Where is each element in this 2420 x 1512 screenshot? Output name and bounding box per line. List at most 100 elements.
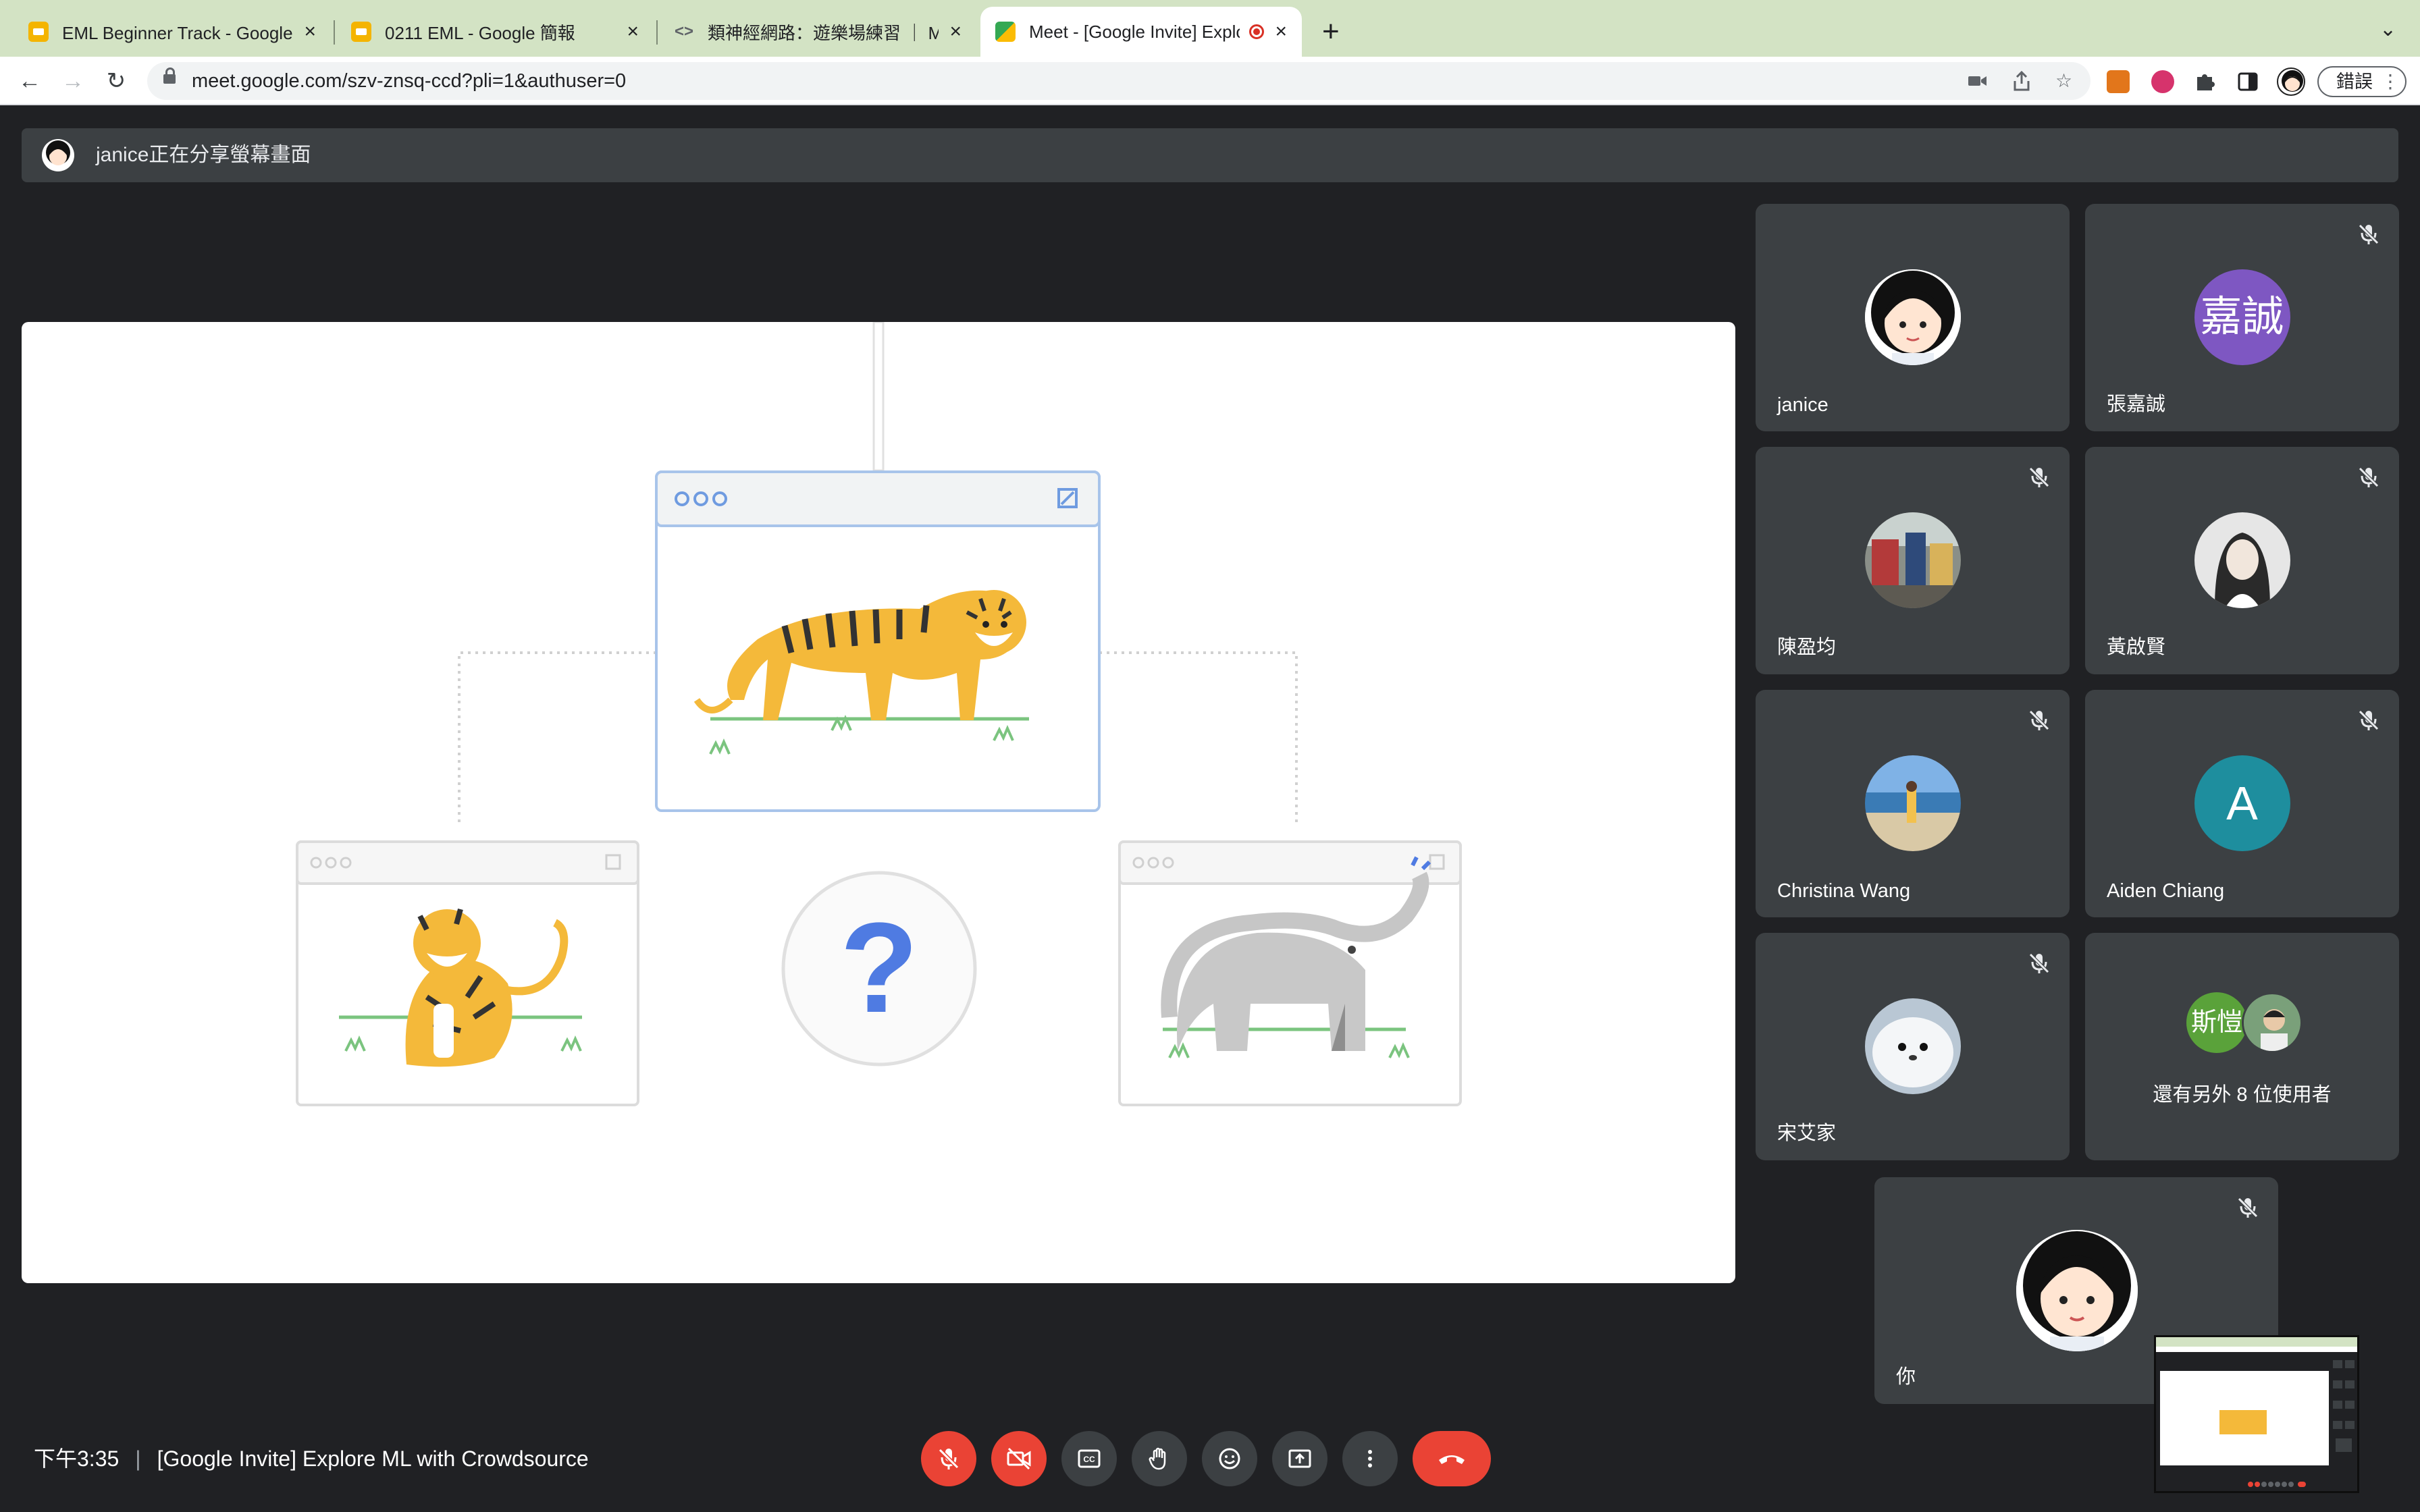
others-count-text: 還有另外 8 位使用者 bbox=[2153, 1084, 2332, 1106]
tab-search-chevron-icon[interactable]: ⌄ bbox=[2379, 18, 2396, 41]
present-screen-button[interactable] bbox=[1272, 1431, 1327, 1486]
address-bar[interactable]: meet.google.com/szv-znsq-ccd?pli=1&authu… bbox=[147, 62, 2090, 100]
bookmark-star-icon[interactable]: ☆ bbox=[2055, 62, 2072, 100]
url-text: meet.google.com/szv-znsq-ccd?pli=1&authu… bbox=[192, 70, 627, 92]
participant-avatar bbox=[1864, 998, 1961, 1094]
participant-name: 宋艾家 bbox=[1777, 1123, 1837, 1144]
camera-blocked-icon[interactable] bbox=[1968, 73, 1988, 89]
participant-tile[interactable]: janice bbox=[1756, 204, 2070, 431]
elephant-window bbox=[1118, 840, 1462, 1106]
close-tab-icon[interactable]: × bbox=[949, 20, 962, 43]
presenter-banner: janice正在分享螢幕畫面 bbox=[22, 128, 2398, 182]
participant-tile[interactable]: 陳盈均 bbox=[1756, 447, 2070, 674]
google-slides-icon bbox=[351, 22, 371, 42]
browser-tab-strip: EML Beginner Track - Google 簡報 × 0211 EM… bbox=[0, 0, 2420, 57]
participant-name: 黃啟賢 bbox=[2107, 637, 2166, 658]
others-avatar: 斯愷 bbox=[2186, 992, 2247, 1053]
meeting-info: 下午3:35 | [Google Invite] Explore ML with C… bbox=[34, 1442, 589, 1473]
participant-name: Christina Wang bbox=[1777, 880, 1911, 902]
close-tab-icon[interactable]: × bbox=[627, 20, 639, 43]
close-tab-icon[interactable]: × bbox=[1275, 20, 1287, 43]
microphone-toggle-button[interactable] bbox=[921, 1431, 976, 1486]
camera-off-icon bbox=[1007, 1447, 1031, 1470]
back-button[interactable]: ← bbox=[11, 62, 49, 100]
mic-off-icon bbox=[2359, 224, 2379, 244]
participant-name: 張嘉誠 bbox=[2107, 394, 2166, 415]
leave-call-button[interactable] bbox=[1413, 1431, 1491, 1486]
close-tab-icon[interactable]: × bbox=[304, 20, 316, 43]
mic-off-icon bbox=[2359, 710, 2379, 730]
profile-avatar[interactable] bbox=[2277, 68, 2305, 96]
tab-divider bbox=[334, 20, 335, 45]
more-options-button[interactable] bbox=[1342, 1431, 1398, 1486]
tab-divider bbox=[656, 20, 658, 45]
participant-avatar bbox=[1864, 269, 1961, 365]
profile-error-button[interactable]: 錯誤 bbox=[2317, 66, 2406, 97]
participant-avatar bbox=[1864, 755, 1961, 851]
reactions-button[interactable] bbox=[1202, 1431, 1257, 1486]
extension-flower-icon[interactable] bbox=[2151, 70, 2174, 93]
participant-tile[interactable]: 黃啟賢 bbox=[2085, 447, 2399, 674]
participant-avatar: 嘉誠 bbox=[2194, 269, 2290, 365]
tab-neural-network[interactable]: <> 類神經網路：遊樂場練習 ｜ Machine Learning × bbox=[659, 7, 976, 57]
mic-off-icon bbox=[2359, 467, 2379, 487]
hand-icon bbox=[1149, 1447, 1166, 1470]
mic-off-icon bbox=[2029, 710, 2049, 730]
raise-hand-button[interactable] bbox=[1132, 1431, 1187, 1486]
new-tab-button[interactable]: + bbox=[1322, 15, 1340, 49]
slide-illustration: ? bbox=[296, 322, 1462, 1106]
side-panel-icon[interactable] bbox=[2236, 70, 2259, 93]
question-bubble: ? bbox=[781, 871, 977, 1066]
presenter-avatar bbox=[42, 139, 74, 171]
question-mark: ? bbox=[840, 896, 918, 1040]
recording-indicator-icon bbox=[1249, 24, 1265, 39]
mic-off-icon bbox=[2029, 953, 2049, 973]
more-vertical-icon bbox=[1368, 1450, 1372, 1467]
metamask-fox-icon[interactable] bbox=[2107, 70, 2130, 93]
meeting-title: [Google Invite] Explore ML with Crowdsou… bbox=[157, 1447, 589, 1471]
tiger-cub-window bbox=[296, 840, 639, 1106]
google-meet-icon bbox=[995, 22, 1016, 42]
share-icon[interactable] bbox=[2012, 70, 2031, 92]
emoji-icon bbox=[1219, 1448, 1240, 1469]
forward-button[interactable]: → bbox=[54, 62, 92, 100]
others-avatar-photo bbox=[2242, 992, 2303, 1053]
camera-toggle-button[interactable] bbox=[991, 1431, 1047, 1486]
mic-off-icon bbox=[2029, 467, 2049, 487]
browser-toolbar: ← → ↻ meet.google.com/szv-znsq-ccd?pli=1… bbox=[0, 57, 2420, 105]
participant-tile[interactable]: 宋艾家 bbox=[1756, 933, 2070, 1160]
meeting-controls-bar: 下午3:35 | [Google Invite] Explore ML with C… bbox=[0, 1418, 2420, 1512]
shared-screen: ? bbox=[22, 322, 1735, 1283]
self-name: 你 bbox=[1896, 1366, 1916, 1388]
participant-tile[interactable]: A Aiden Chiang bbox=[2085, 690, 2399, 917]
self-avatar bbox=[2016, 1230, 2138, 1351]
participant-tile[interactable]: 嘉誠 張嘉誠 bbox=[2085, 204, 2399, 431]
present-icon bbox=[1288, 1449, 1311, 1468]
tab-title: Meet - [Google Invite] Explore ML with C… bbox=[1029, 21, 1240, 42]
google-slides-icon bbox=[28, 22, 49, 42]
tab-meet[interactable]: Meet - [Google Invite] Explore ML with C… bbox=[980, 7, 1302, 57]
closed-captions-icon: CC bbox=[1078, 1449, 1101, 1468]
tab-0211-eml[interactable]: 0211 EML - Google 簡報 × bbox=[336, 7, 654, 57]
tab-title: EML Beginner Track - Google 簡報 bbox=[62, 22, 293, 43]
participant-tile[interactable]: Christina Wang bbox=[1756, 690, 2070, 917]
mic-off-icon bbox=[2238, 1197, 2258, 1218]
hang-up-icon bbox=[1439, 1455, 1465, 1464]
mic-off-icon bbox=[938, 1448, 959, 1469]
captions-button[interactable]: CC bbox=[1061, 1431, 1117, 1486]
presenter-banner-text: janice正在分享螢幕畫面 bbox=[96, 144, 311, 166]
tiger-window bbox=[655, 470, 1101, 812]
reload-button[interactable]: ↻ bbox=[97, 62, 135, 100]
code-brackets-icon: <> bbox=[674, 22, 694, 40]
tab-title: 類神經網路：遊樂場練習 ｜ Machine Learning bbox=[708, 22, 939, 43]
participant-name: Aiden Chiang bbox=[2107, 880, 2225, 902]
tab-eml-beginner[interactable]: EML Beginner Track - Google 簡報 × bbox=[14, 7, 331, 57]
info-divider: | bbox=[135, 1447, 141, 1471]
lock-icon[interactable] bbox=[163, 68, 176, 84]
tab-title: 0211 EML - Google 簡報 bbox=[385, 22, 575, 43]
svg-text:CC: CC bbox=[1083, 1455, 1095, 1464]
puzzle-extensions-icon[interactable] bbox=[2193, 70, 2216, 93]
meeting-time: 下午3:35 bbox=[34, 1447, 120, 1471]
participant-avatar: A bbox=[2194, 755, 2290, 851]
others-tile[interactable]: 斯愷 還有另外 8 位使用者 bbox=[2085, 933, 2399, 1160]
